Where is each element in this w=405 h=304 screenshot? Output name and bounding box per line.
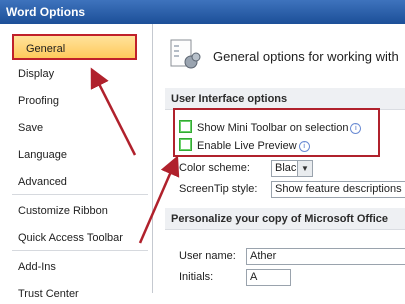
show-mini-toolbar-checkbox[interactable] [179,120,192,133]
sidebar-item-customize-ribbon[interactable]: Customize Ribbon [18,201,108,221]
show-mini-toolbar-option[interactable]: Show Mini Toolbar on selection i [179,120,362,136]
sidebar-item-display[interactable]: Display [18,64,54,84]
show-mini-toolbar-label: Show Mini Toolbar on selection [197,122,349,134]
enable-live-preview-label: Enable Live Preview [197,140,297,152]
sidebar-divider [12,250,148,251]
sidebar-item-advanced[interactable]: Advanced [18,172,67,192]
section-header-personalize: Personalize your copy of Microsoft Offic… [165,208,405,230]
sidebar-item-language[interactable]: Language [18,145,67,165]
chevron-down-icon[interactable]: ▼ [297,161,312,176]
user-name-label: User name: [179,250,236,262]
user-name-value: Ather [250,250,277,262]
section-header-ui-options: User Interface options [165,88,405,110]
main-panel: General options for working with User In… [153,24,405,293]
screentip-style-label: ScreenTip style: [179,183,258,195]
screentip-style-dropdown[interactable]: Show feature descriptions [271,181,405,198]
sidebar-item-general[interactable]: General [12,34,137,60]
sidebar-item-quick-access-toolbar[interactable]: Quick Access Toolbar [18,228,123,248]
sidebar-item-trust-center[interactable]: Trust Center [18,284,79,304]
sidebar: General Display Proofing Save Language A… [0,24,153,300]
info-icon[interactable]: i [350,123,362,134]
options-page-icon [169,38,201,74]
sidebar-item-save[interactable]: Save [18,118,43,138]
enable-live-preview-checkbox[interactable] [179,138,192,151]
screentip-style-value: Show feature descriptions [275,183,402,195]
page-title: General options for working with [213,49,399,64]
color-scheme-dropdown[interactable]: Black ▼ [271,160,313,177]
enable-live-preview-option[interactable]: Enable Live Preview i [179,138,310,154]
sidebar-divider [12,194,148,195]
initials-field[interactable]: A [246,269,291,286]
sidebar-item-add-ins[interactable]: Add-Ins [18,257,56,277]
color-scheme-label: Color scheme: [179,162,250,174]
user-name-field[interactable]: Ather [246,248,405,265]
window-title: Word Options [0,0,405,24]
info-icon[interactable]: i [298,141,310,152]
sidebar-item-proofing[interactable]: Proofing [18,91,59,111]
initials-label: Initials: [179,271,214,283]
initials-value: A [250,271,258,283]
